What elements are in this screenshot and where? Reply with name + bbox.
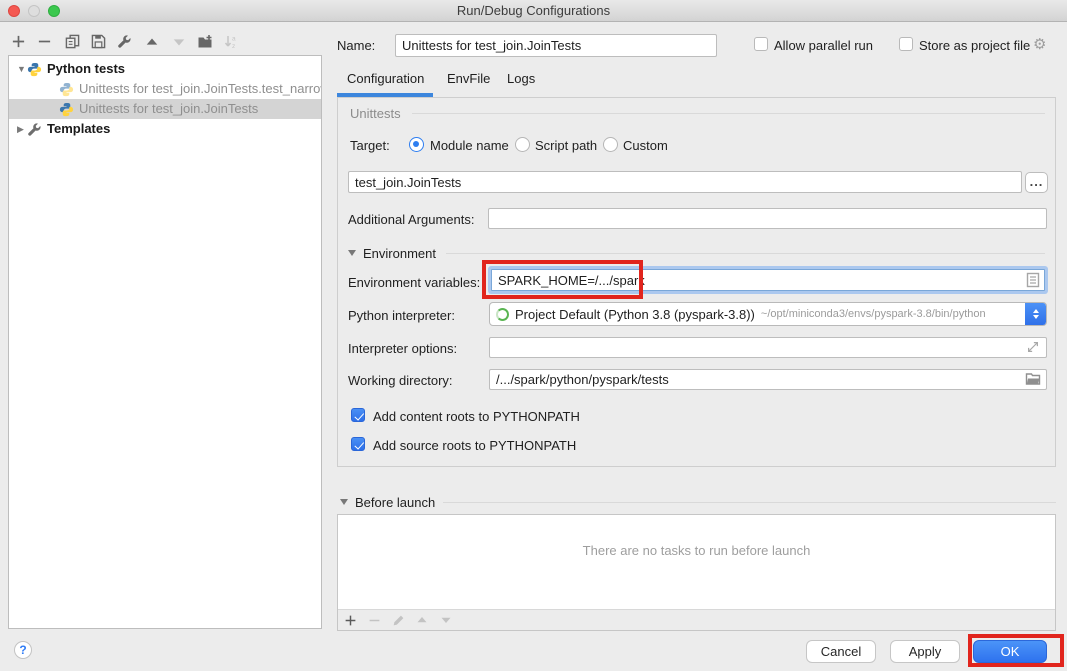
target-module-name-radio[interactable] [409, 137, 424, 152]
move-task-up-icon [410, 614, 434, 626]
tree-item-templates[interactable]: ▶ Templates [9, 119, 321, 139]
python-icon [59, 102, 74, 117]
target-script-path-label: Script path [535, 138, 597, 153]
before-launch-header[interactable]: Before launch [355, 495, 435, 510]
before-launch-divider [443, 502, 1056, 503]
combo-stepper-icon[interactable] [1025, 302, 1046, 326]
environment-variables-label: Environment variables: [348, 275, 480, 290]
remove-task-icon [362, 614, 386, 627]
before-launch-toolbar [338, 609, 1055, 630]
tree-item-unittests-jointests-selected[interactable]: Unittests for test_join.JoinTests [9, 99, 321, 119]
before-launch-task-list: There are no tasks to run before launch [337, 514, 1056, 631]
svg-text:z: z [232, 43, 235, 50]
browse-module-button[interactable]: ... [1025, 172, 1048, 193]
save-configuration-icon[interactable] [90, 33, 107, 50]
tree-item-label: Unittests for test_join.JoinTests.test_n… [79, 79, 321, 99]
store-as-project-file-checkbox[interactable] [899, 37, 913, 51]
move-down-icon [170, 33, 187, 50]
cancel-button[interactable]: Cancel [806, 640, 876, 663]
python-icon [27, 62, 42, 77]
interpreter-value: Project Default (Python 3.8 (pyspark-3.8… [515, 307, 755, 322]
remove-configuration-icon[interactable] [36, 33, 53, 50]
tree-item-label: Python tests [47, 59, 125, 79]
additional-arguments-input[interactable] [488, 208, 1047, 229]
svg-text:a: a [232, 35, 236, 42]
tree-item-label: Templates [47, 119, 110, 139]
configuration-panel: Unittests Target: Module name Script pat… [337, 97, 1056, 467]
edit-task-pencil-icon [386, 614, 410, 627]
environment-section-header[interactable]: Environment [363, 246, 436, 261]
add-source-roots-label: Add source roots to PYTHONPATH [373, 438, 576, 453]
copy-configuration-icon[interactable] [64, 33, 81, 50]
target-custom-label: Custom [623, 138, 668, 153]
environment-collapse-arrow-icon[interactable] [348, 250, 356, 256]
help-button[interactable]: ? [14, 641, 32, 659]
gear-icon[interactable]: ⚙ [1033, 35, 1046, 53]
interpreter-path: ~/opt/miniconda3/envs/pyspark-3.8/bin/py… [761, 308, 1046, 320]
before-launch-collapse-arrow-icon[interactable] [340, 499, 348, 505]
collapsed-arrow-icon[interactable]: ▶ [17, 119, 27, 139]
interpreter-options-label: Interpreter options: [348, 341, 457, 356]
python-interpreter-label: Python interpreter: [348, 308, 455, 323]
apply-button[interactable]: Apply [890, 640, 960, 663]
annotation-box-environment-variables [482, 260, 643, 299]
store-as-project-file-label: Store as project file [919, 38, 1030, 53]
python-interpreter-select[interactable]: Project Default (Python 3.8 (pyspark-3.8… [489, 302, 1047, 326]
conda-environment-icon [496, 308, 509, 321]
group-divider [412, 113, 1045, 114]
browse-variables-icon[interactable] [1026, 272, 1040, 291]
allow-parallel-run-label: Allow parallel run [774, 38, 873, 53]
target-custom-radio[interactable] [603, 137, 618, 152]
edit-templates-wrench-icon[interactable] [116, 33, 133, 50]
interpreter-options-input[interactable] [489, 337, 1047, 358]
title-bar: Run/Debug Configurations [0, 0, 1067, 22]
module-name-input[interactable] [348, 171, 1022, 193]
expand-field-icon[interactable] [1026, 340, 1040, 357]
add-content-roots-checkbox[interactable] [351, 408, 365, 422]
sort-configurations-icon: az [222, 33, 239, 50]
additional-arguments-label: Additional Arguments: [348, 212, 474, 227]
name-label: Name: [337, 38, 375, 53]
tab-configuration[interactable]: Configuration [347, 71, 424, 86]
configurations-tree: ▼ Python tests Unittests for test_join.J… [8, 55, 322, 629]
wrench-icon [27, 122, 42, 137]
tree-item-unittests-test-narrow[interactable]: Unittests for test_join.JoinTests.test_n… [9, 79, 321, 99]
add-configuration-icon[interactable] [10, 33, 27, 50]
target-module-name-label: Module name [430, 138, 509, 153]
move-task-down-icon [434, 614, 458, 626]
tree-item-label: Unittests for test_join.JoinTests [79, 99, 258, 119]
add-source-roots-checkbox[interactable] [351, 437, 365, 451]
target-label: Target: [350, 138, 390, 153]
unittests-group-title: Unittests [350, 106, 401, 121]
before-launch-empty-text: There are no tasks to run before launch [338, 543, 1055, 558]
create-folder-icon[interactable] [196, 33, 213, 50]
working-directory-label: Working directory: [348, 373, 453, 388]
working-directory-input[interactable] [489, 369, 1047, 390]
target-script-path-radio[interactable] [515, 137, 530, 152]
environment-divider [446, 253, 1045, 254]
name-input[interactable] [395, 34, 717, 57]
tab-envfile[interactable]: EnvFile [447, 71, 490, 86]
tree-item-python-tests[interactable]: ▼ Python tests [9, 59, 321, 79]
move-up-icon[interactable] [143, 33, 160, 50]
folder-icon[interactable] [1025, 372, 1041, 389]
annotation-box-ok-button [968, 634, 1064, 667]
add-task-icon[interactable] [338, 614, 362, 627]
allow-parallel-run-checkbox[interactable] [754, 37, 768, 51]
python-icon [59, 82, 74, 97]
expanded-arrow-icon[interactable]: ▼ [17, 59, 27, 79]
run-debug-configurations-dialog: Run/Debug Configurations az ▼ Python tes… [0, 0, 1067, 671]
add-content-roots-label: Add content roots to PYTHONPATH [373, 409, 580, 424]
window-title: Run/Debug Configurations [0, 3, 1067, 18]
tab-logs[interactable]: Logs [507, 71, 535, 86]
